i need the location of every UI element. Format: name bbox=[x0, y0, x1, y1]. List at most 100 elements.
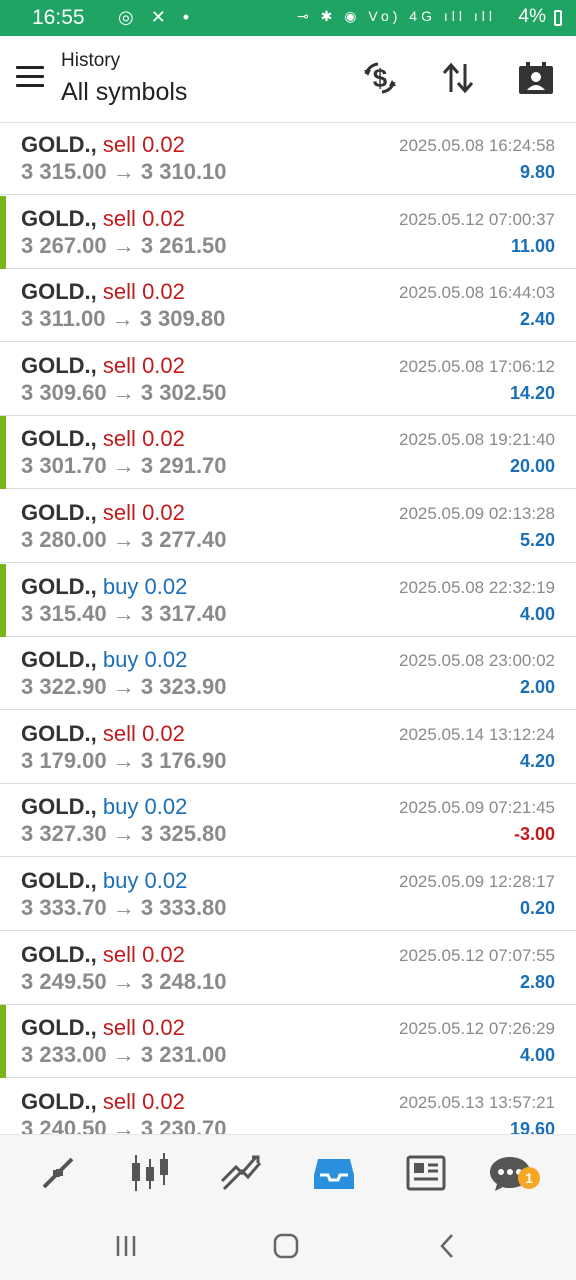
trade-volume: 0.02 bbox=[144, 647, 188, 672]
arrow: → bbox=[111, 306, 134, 331]
close-price: 3 248.10 bbox=[140, 969, 227, 994]
back-icon[interactable] bbox=[428, 1230, 468, 1262]
trade-side: sell 0.02 bbox=[102, 1089, 185, 1114]
selection-marker bbox=[0, 1005, 6, 1078]
arrow: → bbox=[112, 748, 135, 773]
trade-separator: , bbox=[90, 132, 97, 157]
selection-marker bbox=[0, 416, 6, 489]
trade-prices: 3 301.70 → 3 291.70 bbox=[21, 453, 227, 479]
account-report-icon[interactable] bbox=[516, 58, 556, 98]
trade-title: GOLD., sell 0.02 bbox=[21, 1089, 185, 1115]
trade-date: 2025.05.12 07:26:29 bbox=[399, 1019, 555, 1038]
close-price: 3 230.70 bbox=[140, 1116, 227, 1134]
trade-side: buy 0.02 bbox=[102, 647, 188, 672]
trade-row[interactable]: GOLD., sell 0.02 3 315.00 → 3 310.10 202… bbox=[0, 122, 576, 195]
battery-level: 4% bbox=[518, 6, 546, 27]
close-price: 3 309.80 bbox=[139, 306, 226, 331]
menu-icon[interactable] bbox=[16, 66, 44, 88]
arrow: → bbox=[112, 674, 135, 699]
trade-side: sell 0.02 bbox=[102, 279, 185, 304]
trade-row[interactable]: GOLD., buy 0.02 3 327.30 → 3 325.80 2025… bbox=[0, 784, 576, 857]
trade-row[interactable]: GOLD., sell 0.02 3 240.50 → 3 230.70 202… bbox=[0, 1079, 576, 1134]
trade-title: GOLD., sell 0.02 bbox=[21, 426, 185, 452]
selection-marker bbox=[0, 564, 6, 637]
trade-row[interactable]: GOLD., sell 0.02 3 267.00 → 3 261.50 202… bbox=[0, 196, 576, 269]
trade-profit: 11.00 bbox=[510, 236, 555, 256]
trade-row[interactable]: GOLD., buy 0.02 3 333.70 → 3 333.80 2025… bbox=[0, 858, 576, 931]
trade-side: sell 0.02 bbox=[102, 353, 185, 378]
selection-marker bbox=[0, 196, 6, 269]
status-bar: 16:55 ◎ ✕ • ⊸ ✱ ◉ Vo) 4G ıll ıll 4% bbox=[0, 0, 576, 36]
messages-badge: 1 bbox=[518, 1167, 540, 1189]
trade-date: 2025.05.12 07:07:55 bbox=[399, 946, 555, 965]
trade-side: sell 0.02 bbox=[102, 1015, 185, 1040]
trade-date: 2025.05.09 12:28:17 bbox=[399, 872, 555, 891]
trade-row[interactable]: GOLD., sell 0.02 3 301.70 → 3 291.70 202… bbox=[0, 416, 576, 489]
trade-symbol: GOLD. bbox=[21, 1089, 91, 1114]
trade-profit: 4.00 bbox=[519, 604, 555, 624]
page-title: History bbox=[61, 50, 121, 71]
arrow: → bbox=[112, 453, 135, 478]
chart-icon[interactable] bbox=[126, 1149, 174, 1197]
trade-row[interactable]: GOLD., sell 0.02 3 280.00 → 3 277.40 202… bbox=[0, 490, 576, 563]
app-header: History All symbols $ bbox=[0, 36, 576, 123]
trade-profit: 9.80 bbox=[519, 162, 555, 182]
trade-profit: 19.60 bbox=[509, 1119, 555, 1134]
close-price: 3 302.50 bbox=[140, 380, 227, 405]
trade-symbol: GOLD. bbox=[21, 721, 91, 746]
trade-title: GOLD., buy 0.02 bbox=[21, 647, 187, 673]
trade-symbol: GOLD. bbox=[21, 353, 91, 378]
trade-volume: 0.02 bbox=[142, 942, 185, 967]
trade-separator: , bbox=[90, 647, 97, 672]
trade-profit: -3.00 bbox=[513, 824, 555, 844]
open-price: 3 233.00 bbox=[21, 1042, 107, 1067]
trade-prices: 3 249.50 → 3 248.10 bbox=[21, 969, 227, 995]
trade-row[interactable]: GOLD., sell 0.02 3 233.00 → 3 231.00 202… bbox=[0, 1005, 576, 1078]
arrow: → bbox=[112, 1116, 135, 1134]
trade-title: GOLD., sell 0.02 bbox=[21, 1015, 185, 1041]
notification-icons: ◎ ✕ • bbox=[118, 7, 196, 27]
arrow: → bbox=[112, 233, 135, 258]
trade-row[interactable]: GOLD., sell 0.02 3 179.00 → 3 176.90 202… bbox=[0, 711, 576, 784]
history-list[interactable]: GOLD., sell 0.02 3 315.00 → 3 310.10 202… bbox=[0, 122, 576, 1134]
trade-separator: , bbox=[90, 426, 97, 451]
trade-volume: 0.02 bbox=[144, 868, 188, 893]
trade-date: 2025.05.08 17:06:12 bbox=[399, 357, 555, 376]
trade-volume: 0.02 bbox=[142, 206, 185, 231]
trade-prices: 3 333.70 → 3 333.80 bbox=[21, 895, 227, 921]
trade-row[interactable]: GOLD., buy 0.02 3 322.90 → 3 323.90 2025… bbox=[0, 637, 576, 710]
trade-symbol: GOLD. bbox=[21, 500, 91, 525]
trade-symbol: GOLD. bbox=[21, 868, 91, 893]
trade-row[interactable]: GOLD., buy 0.02 3 315.40 → 3 317.40 2025… bbox=[0, 564, 576, 637]
trade-title: GOLD., buy 0.02 bbox=[21, 794, 187, 820]
trade-prices: 3 315.00 → 3 310.10 bbox=[21, 159, 227, 185]
news-icon[interactable] bbox=[402, 1149, 450, 1197]
trade-row[interactable]: GOLD., sell 0.02 3 309.60 → 3 302.50 202… bbox=[0, 343, 576, 416]
trade-volume: 0.02 bbox=[144, 794, 188, 819]
trade-symbol: GOLD. bbox=[21, 574, 91, 599]
symbol-filter[interactable]: All symbols bbox=[61, 78, 187, 107]
open-price: 3 322.90 bbox=[21, 674, 107, 699]
sort-icon[interactable] bbox=[438, 58, 478, 98]
trade-volume: 0.02 bbox=[142, 1089, 185, 1114]
arrow: → bbox=[112, 821, 135, 846]
trade-row[interactable]: GOLD., sell 0.02 3 311.00 → 3 309.80 202… bbox=[0, 269, 576, 342]
trade-profit: 4.00 bbox=[519, 1045, 555, 1065]
close-price: 3 291.70 bbox=[140, 453, 227, 478]
quotes-icon[interactable] bbox=[34, 1149, 82, 1197]
trade-symbol: GOLD. bbox=[21, 132, 91, 157]
trade-prices: 3 309.60 → 3 302.50 bbox=[21, 380, 227, 406]
currency-exchange-icon[interactable]: $ bbox=[360, 58, 400, 98]
trade-side: sell 0.02 bbox=[102, 206, 185, 231]
trade-row[interactable]: GOLD., sell 0.02 3 249.50 → 3 248.10 202… bbox=[0, 932, 576, 1005]
trade-icon[interactable] bbox=[218, 1149, 266, 1197]
arrow: → bbox=[112, 895, 135, 920]
trade-date: 2025.05.08 22:32:19 bbox=[399, 578, 555, 597]
home-icon[interactable] bbox=[266, 1230, 306, 1262]
trade-prices: 3 267.00 → 3 261.50 bbox=[21, 233, 227, 259]
close-price: 3 231.00 bbox=[140, 1042, 227, 1067]
recents-icon[interactable] bbox=[106, 1230, 146, 1262]
close-price: 3 317.40 bbox=[140, 601, 227, 626]
trade-prices: 3 315.40 → 3 317.40 bbox=[21, 601, 227, 627]
history-icon[interactable] bbox=[310, 1149, 358, 1197]
